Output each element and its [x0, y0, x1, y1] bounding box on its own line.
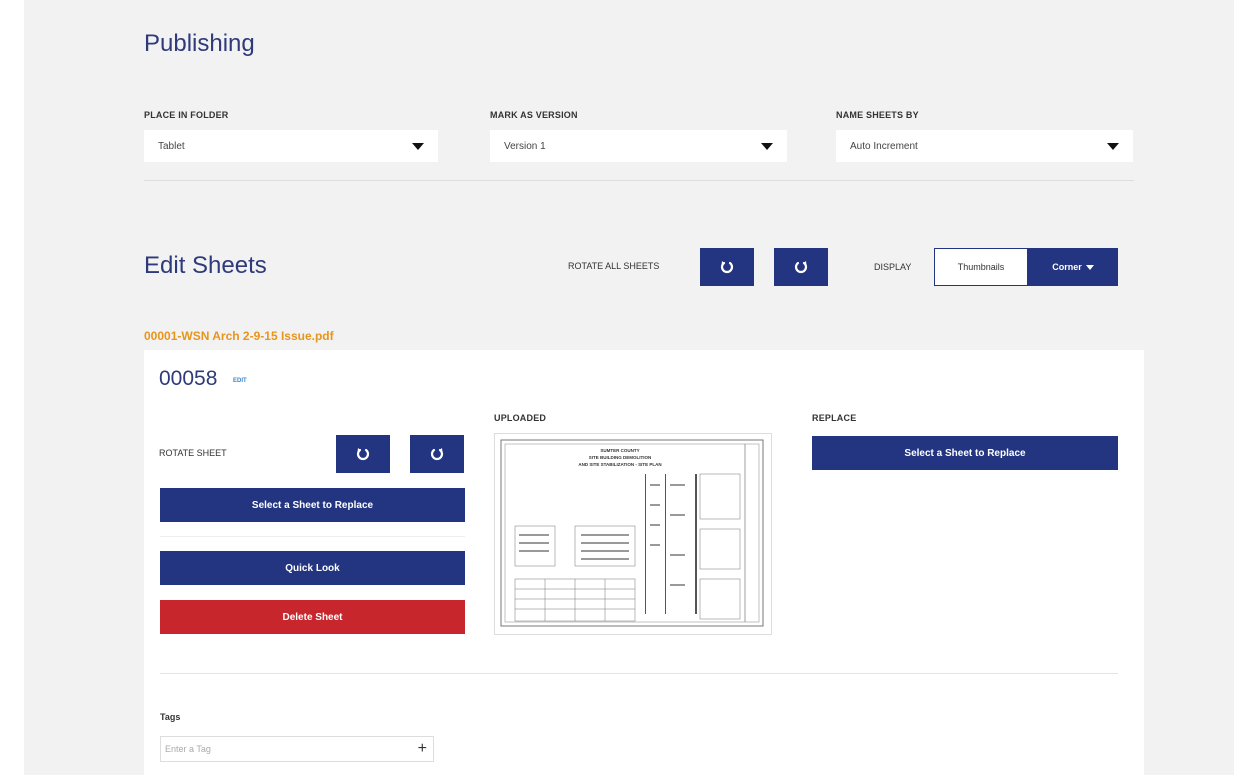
display-toggle: Thumbnails Corner [934, 248, 1118, 286]
place-in-folder-value: Tablet [158, 140, 185, 152]
name-sheets-by-label: NAME SHEETS BY [836, 110, 919, 120]
blueprint-image: SUMTER COUNTY SITE BUILDING DEMOLITION A… [500, 439, 764, 627]
rotate-ccw-icon [720, 260, 734, 274]
display-corner-label: Corner [1052, 262, 1082, 272]
caret-down-icon [761, 142, 773, 150]
place-in-folder-label: PLACE IN FOLDER [144, 110, 229, 120]
name-sheets-by-value: Auto Increment [850, 140, 918, 152]
delete-sheet-button[interactable]: Delete Sheet [160, 600, 465, 634]
tag-input[interactable]: Enter a Tag + [160, 736, 434, 762]
quick-look-button[interactable]: Quick Look [160, 551, 465, 585]
rotate-cw-icon [794, 260, 808, 274]
display-thumbnails-option[interactable]: Thumbnails [934, 248, 1028, 286]
publishing-title: Publishing [144, 30, 255, 57]
edit-sheets-title: Edit Sheets [144, 252, 267, 279]
rotate-ccw-icon [356, 447, 370, 461]
tags-divider [160, 673, 1118, 674]
rotate-all-cw-button[interactable] [774, 248, 828, 286]
sheet-edit-link[interactable]: EDIT [233, 378, 247, 384]
uploaded-sheet-thumbnail[interactable]: SUMTER COUNTY SITE BUILDING DEMOLITION A… [494, 433, 772, 635]
display-label: DISPLAY [874, 262, 912, 272]
file-name-link[interactable]: 00001-WSN Arch 2-9-15 Issue.pdf [144, 329, 334, 343]
display-corner-option[interactable]: Corner [1028, 248, 1118, 286]
sheet-number: 00058 [159, 367, 218, 390]
plus-icon[interactable]: + [418, 741, 427, 757]
rotate-sheet-label: ROTATE SHEET [159, 448, 227, 458]
tag-input-placeholder: Enter a Tag [165, 744, 211, 754]
uploaded-label: UPLOADED [494, 413, 547, 423]
rotate-sheet-cw-button[interactable] [410, 435, 464, 473]
mark-as-version-select[interactable]: Version 1 [490, 130, 787, 162]
thumbnail-heading-1: SUMTER COUNTY [600, 448, 639, 453]
left-divider [160, 536, 465, 537]
publishing-divider [144, 180, 1134, 181]
caret-down-icon [1085, 264, 1094, 270]
thumbnail-heading-2: SITE BUILDING DEMOLITION [589, 455, 652, 460]
mark-as-version-label: MARK AS VERSION [490, 110, 578, 120]
caret-down-icon [1107, 142, 1119, 150]
rotate-all-ccw-button[interactable] [700, 248, 754, 286]
thumbnail-heading-3: AND SITE STABILIZATION - SITE PLAN [578, 462, 661, 467]
app-frame: Publishing PLACE IN FOLDER Tablet MARK A… [24, 0, 1234, 775]
caret-down-icon [412, 142, 424, 150]
rotate-all-sheets-label: ROTATE ALL SHEETS [568, 261, 660, 271]
place-in-folder-select[interactable]: Tablet [144, 130, 438, 162]
rotate-cw-icon [430, 447, 444, 461]
sheet-card: 00058 EDIT ROTATE SHEET Select a Sheet t… [144, 350, 1144, 775]
replace-label: REPLACE [812, 413, 857, 423]
tags-label: Tags [160, 712, 181, 722]
replace-select-sheet-button[interactable]: Select a Sheet to Replace [812, 436, 1118, 470]
name-sheets-by-select[interactable]: Auto Increment [836, 130, 1133, 162]
select-sheet-to-replace-button[interactable]: Select a Sheet to Replace [160, 488, 465, 522]
mark-as-version-value: Version 1 [504, 140, 546, 152]
rotate-sheet-ccw-button[interactable] [336, 435, 390, 473]
